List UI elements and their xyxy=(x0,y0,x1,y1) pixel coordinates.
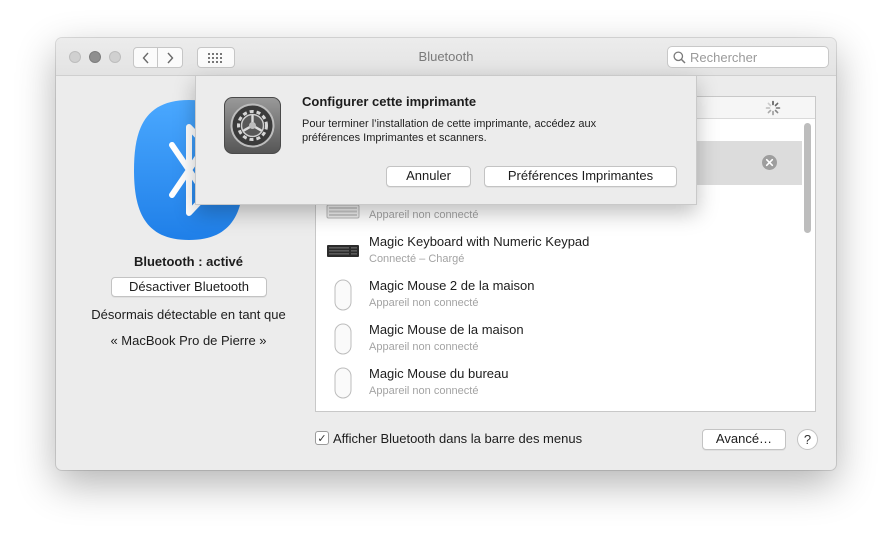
device-status: Appareil non connecté xyxy=(369,341,479,353)
dialog-title: Configurer cette imprimante xyxy=(302,94,477,109)
show-in-menu-checkbox[interactable]: ✓ xyxy=(315,431,329,445)
list-item[interactable]: Magic Keyboard with Numeric Keypad Conne… xyxy=(316,229,802,273)
loading-spinner-icon xyxy=(765,100,781,116)
cancel-button[interactable]: Annuler xyxy=(386,166,471,187)
search-field[interactable] xyxy=(667,46,829,68)
device-status: Appareil non connecté xyxy=(369,385,479,397)
search-input[interactable] xyxy=(690,49,825,65)
device-name: Magic Mouse de la maison xyxy=(369,322,524,337)
configure-printer-dialog: Configurer cette imprimante Pour termine… xyxy=(195,75,697,205)
keyboard-dark-icon xyxy=(327,245,359,257)
mouse-icon xyxy=(334,323,352,355)
device-name: Magic Mouse du bureau xyxy=(369,366,509,381)
list-scrollbar[interactable] xyxy=(804,123,811,233)
device-name: Magic Keyboard with Numeric Keypad xyxy=(369,234,590,249)
title-bar: Bluetooth xyxy=(56,38,836,76)
device-status: Appareil non connecté xyxy=(369,209,479,221)
device-status: Appareil non connecté xyxy=(369,297,479,309)
remove-device-icon[interactable] xyxy=(762,155,777,170)
checkmark-icon: ✓ xyxy=(317,432,327,445)
disable-bluetooth-button[interactable]: Désactiver Bluetooth xyxy=(111,277,267,297)
list-item[interactable]: Magic Mouse 2 de la maison Appareil non … xyxy=(316,273,802,317)
computer-name: « MacBook Pro de Pierre » xyxy=(110,333,267,348)
device-name: Magic Mouse 2 de la maison xyxy=(369,278,535,293)
mouse-icon xyxy=(334,367,352,399)
mouse-icon xyxy=(334,279,352,311)
dialog-message: Pour terminer l’installation de cette im… xyxy=(302,118,597,144)
discoverable-text: Désormais détectable en tant que xyxy=(91,307,286,322)
device-status: Connecté – Chargé xyxy=(369,253,465,265)
printer-preferences-button[interactable]: Préférences Imprimantes xyxy=(484,166,677,187)
bluetooth-status: Bluetooth : activé xyxy=(133,254,244,269)
system-preferences-gear-icon xyxy=(224,97,281,154)
list-item[interactable]: Magic Mouse du bureau Appareil non conne… xyxy=(316,361,802,405)
help-button[interactable]: ? xyxy=(797,429,818,450)
advanced-button[interactable]: Avancé… xyxy=(702,429,786,450)
list-item[interactable]: Magic Mouse de la maison Appareil non co… xyxy=(316,317,802,361)
show-in-menu-label[interactable]: Afficher Bluetooth dans la barre des men… xyxy=(333,431,582,446)
search-icon xyxy=(673,51,686,64)
